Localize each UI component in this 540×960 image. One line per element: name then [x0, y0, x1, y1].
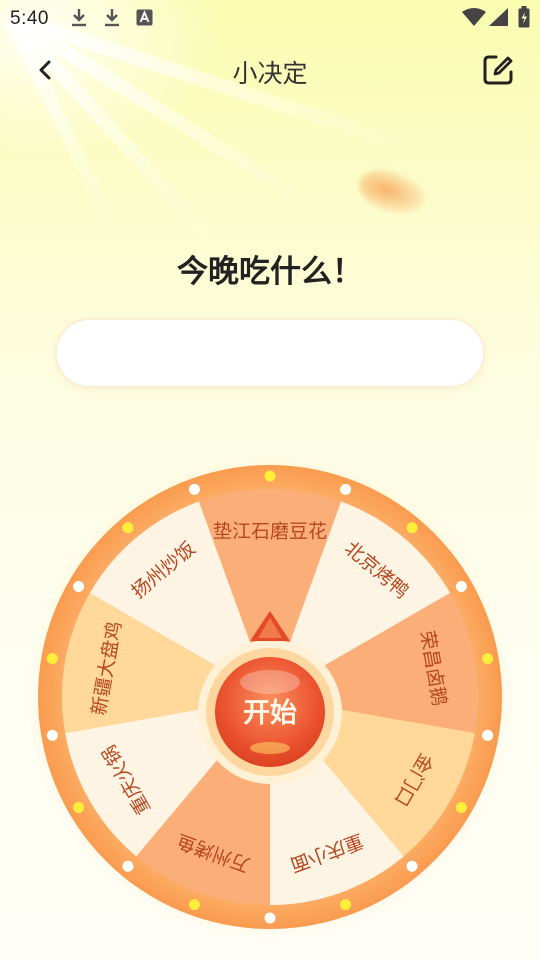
result-input[interactable] [57, 320, 483, 386]
rim-light-dot [482, 729, 494, 741]
rim-light-dot [73, 802, 85, 813]
rim-light-dot [455, 802, 467, 813]
rim-light-dot [264, 470, 276, 482]
download-icon [72, 9, 86, 27]
question-title: 今晚吃什么！ [177, 254, 363, 289]
rim-light-dot [455, 581, 467, 592]
page-title: 小决定 [232, 60, 308, 88]
rim-light-dot [188, 483, 200, 495]
start-button-label: 开始 [243, 697, 297, 729]
top-app-bar: 小决定 [0, 44, 540, 100]
battery-icon [518, 6, 530, 28]
decorative-blob [353, 162, 431, 222]
rim-light-dot [46, 729, 58, 741]
rim-light-dot [264, 912, 276, 924]
download-icon [105, 9, 119, 27]
prize-wheel: 垫江石磨豆花北京烤鸭荣昌卤鹅金门口重庆小面万州烤鱼重庆火锅新疆大盘鸡扬州炒饭 开… [26, 453, 514, 941]
status-time: 5:40 [10, 8, 49, 29]
rim-light-dot [188, 899, 200, 911]
rim-light-dot [482, 653, 494, 665]
status-bar: 5:40 [0, 0, 540, 36]
rim-light-dot [122, 522, 134, 534]
signal-icon [489, 8, 508, 26]
rim-light-dot [340, 899, 352, 911]
rim-light-dot [340, 483, 352, 495]
rim-light-dot [122, 860, 134, 872]
wheel-segment-label: 垫江石磨豆花 [213, 521, 327, 543]
font-a-icon [136, 9, 153, 26]
rim-light-dot [406, 522, 418, 534]
rim-light-dot [73, 581, 85, 592]
wifi-icon [462, 8, 486, 26]
edit-icon[interactable] [480, 52, 516, 88]
rim-light-dot [46, 653, 58, 665]
rim-light-dot [406, 860, 418, 872]
